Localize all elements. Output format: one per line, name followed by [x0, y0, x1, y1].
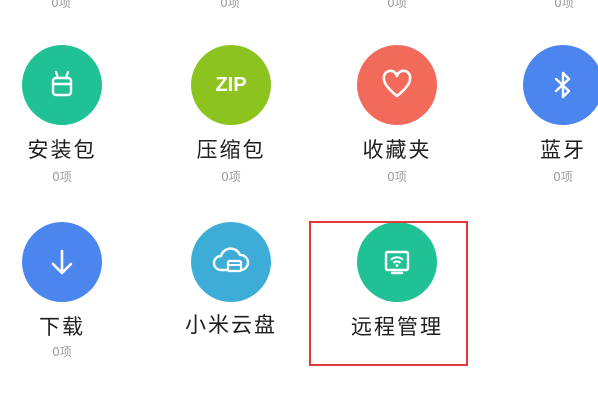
bluetooth-count: 0项	[553, 170, 573, 184]
category-downloads[interactable]: 下载 0项	[7, 217, 117, 387]
bluetooth-label: 蓝牙	[540, 138, 586, 162]
category-zip[interactable]: ZIP 压缩包 0项	[176, 40, 286, 210]
mi-cloud-label: 小米云盘	[185, 313, 277, 337]
category-favorites[interactable]: 收藏夹 0项	[342, 40, 452, 210]
cloud-icon	[211, 244, 251, 280]
favorites-label: 收藏夹	[362, 138, 432, 162]
top-count-2: 0项	[220, 0, 240, 10]
bluetooth-circle	[523, 45, 598, 125]
category-apk[interactable]: 安装包 0项	[7, 40, 117, 210]
heart-icon	[379, 67, 415, 103]
downloads-label: 下载	[39, 315, 85, 339]
category-mi-cloud[interactable]: 小米云盘	[176, 217, 286, 387]
bluetooth-icon	[545, 67, 581, 103]
mi-cloud-circle	[191, 222, 271, 302]
zip-count: 0项	[221, 170, 241, 184]
downloads-circle	[22, 222, 102, 302]
zip-circle: ZIP	[191, 45, 271, 125]
android-icon	[44, 67, 80, 103]
highlight-box	[309, 221, 468, 366]
apk-count: 0项	[52, 170, 72, 184]
top-count-4: 0项	[554, 0, 574, 10]
zip-icon: ZIP	[215, 73, 247, 96]
apk-circle	[22, 45, 102, 125]
top-count-3: 0项	[387, 0, 407, 10]
apk-label: 安装包	[27, 138, 97, 162]
downloads-count: 0项	[52, 345, 72, 359]
download-icon	[44, 244, 80, 280]
favorites-circle	[357, 45, 437, 125]
category-bluetooth[interactable]: 蓝牙 0项	[508, 40, 598, 210]
favorites-count: 0项	[387, 170, 407, 184]
zip-label: 压缩包	[196, 138, 266, 162]
top-count-1: 0项	[51, 0, 71, 10]
